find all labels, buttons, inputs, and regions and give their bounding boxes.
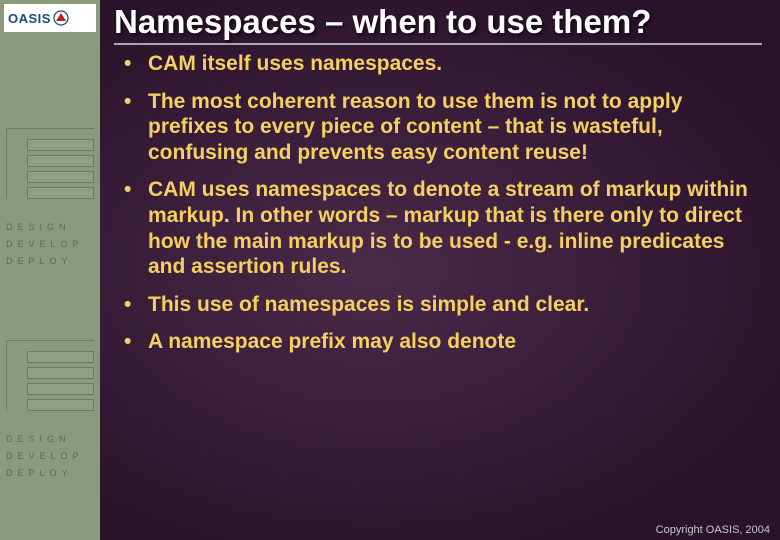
- bullet-item: A namespace prefix may also denote: [120, 329, 762, 355]
- sidebar-word: DESIGN: [6, 219, 94, 236]
- sidebar-decoration-2: DESIGN DEVELOP DEPLOY: [6, 340, 94, 482]
- bullet-item: CAM itself uses namespaces.: [120, 51, 762, 77]
- bullet-item: This use of namespaces is simple and cle…: [120, 292, 762, 318]
- decoration-bars-icon: [6, 340, 94, 411]
- sidebar-word: DEVELOP: [6, 448, 94, 465]
- sidebar-word: DESIGN: [6, 431, 94, 448]
- bullet-list: CAM itself uses namespaces. The most coh…: [114, 51, 762, 355]
- copyright-text: Copyright OASIS, 2004: [656, 524, 770, 536]
- sidebar-word: DEPLOY: [6, 253, 94, 270]
- slide-title: Namespaces – when to use them?: [114, 4, 762, 45]
- sidebar-word: DEPLOY: [6, 465, 94, 482]
- slide: OASIS DESIGN DEVELOP DEPLOY: [0, 0, 780, 540]
- logo-mark-icon: [53, 10, 69, 26]
- oasis-logo: OASIS: [4, 4, 96, 32]
- logo-text: OASIS: [8, 11, 51, 26]
- sidebar: OASIS DESIGN DEVELOP DEPLOY: [0, 0, 100, 540]
- sidebar-word: DEVELOP: [6, 236, 94, 253]
- bullet-item: CAM uses namespaces to denote a stream o…: [120, 177, 762, 279]
- bullet-item: The most coherent reason to use them is …: [120, 89, 762, 166]
- sidebar-words: DESIGN DEVELOP DEPLOY: [6, 219, 94, 270]
- slide-body: Namespaces – when to use them? CAM itsel…: [100, 0, 780, 540]
- sidebar-words: DESIGN DEVELOP DEPLOY: [6, 431, 94, 482]
- sidebar-decoration-1: DESIGN DEVELOP DEPLOY: [6, 128, 94, 270]
- decoration-bars-icon: [6, 128, 94, 199]
